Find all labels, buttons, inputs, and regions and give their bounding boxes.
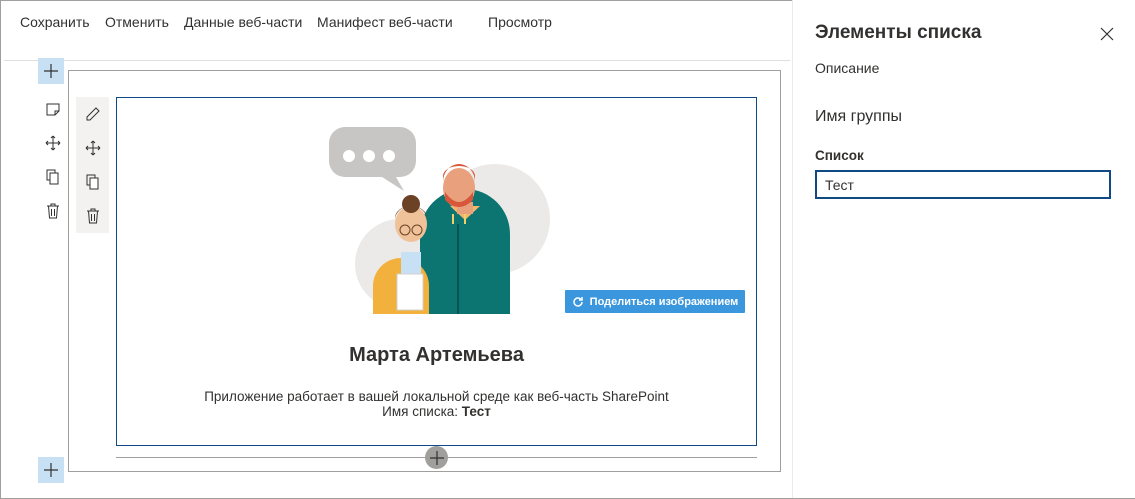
trash-icon: [47, 203, 59, 219]
pane-description: Описание: [815, 60, 880, 76]
plus-icon: [44, 64, 58, 78]
move-icon: [45, 135, 61, 151]
move-webpart-button[interactable]: [76, 131, 109, 165]
group-name-heading: Имя группы: [815, 108, 902, 125]
webpart-manifest-button[interactable]: Манифест веб-части: [317, 14, 453, 30]
list-name-value: Тест: [461, 404, 491, 419]
environment-text: Приложение работает в вашей локальной ср…: [204, 389, 669, 404]
add-section-bottom-button[interactable]: [38, 457, 64, 483]
canvas-divider: [4, 60, 790, 61]
delete-webpart-button[interactable]: [76, 199, 109, 233]
delete-section-button[interactable]: [40, 194, 66, 228]
edit-webpart-button[interactable]: [76, 97, 109, 131]
welcome-illustration: [329, 127, 550, 314]
move-icon: [85, 140, 100, 156]
save-button[interactable]: Сохранить: [20, 14, 90, 30]
pane-title: Элементы списка: [815, 22, 982, 43]
webpart-toolbar: [76, 97, 109, 233]
person-name: Марта Артемьева: [349, 344, 524, 366]
list-name-line: Имя списка: Тест: [116, 404, 757, 419]
move-section-button[interactable]: [40, 126, 66, 160]
close-icon: [1100, 27, 1114, 41]
list-field-label: Список: [815, 148, 864, 163]
property-pane: Элементы списка Описание Имя группы Спис…: [792, 0, 1135, 498]
preview-button[interactable]: Просмотр: [488, 14, 552, 30]
add-section-top-button[interactable]: [38, 58, 64, 84]
plus-icon: [44, 463, 58, 477]
copy-icon: [86, 174, 98, 190]
trash-icon: [86, 208, 99, 224]
list-name-label: Имя списка:: [382, 404, 459, 419]
webpart-description: Приложение работает в вашей локальной ср…: [116, 389, 757, 419]
section-toolbar: [40, 92, 66, 228]
webpart-data-button[interactable]: Данные веб-части: [184, 14, 302, 30]
pencil-icon: [86, 107, 100, 121]
refresh-icon: [572, 296, 583, 307]
duplicate-webpart-button[interactable]: [76, 165, 109, 199]
close-pane-button[interactable]: [1097, 24, 1117, 44]
list-field-input[interactable]: [815, 170, 1111, 199]
edit-section-button[interactable]: [40, 92, 66, 126]
share-image-label: Поделиться изображением: [589, 295, 739, 308]
copy-icon: [46, 169, 59, 185]
duplicate-section-button[interactable]: [40, 160, 66, 194]
edit-section-icon: [46, 103, 60, 116]
plus-icon: [429, 450, 444, 465]
share-image-button[interactable]: Поделиться изображением: [565, 290, 745, 313]
command-bar: Сохранить Отменить Данные веб-части Мани…: [0, 0, 792, 46]
cancel-button[interactable]: Отменить: [105, 14, 169, 30]
add-webpart-button[interactable]: [425, 446, 448, 469]
